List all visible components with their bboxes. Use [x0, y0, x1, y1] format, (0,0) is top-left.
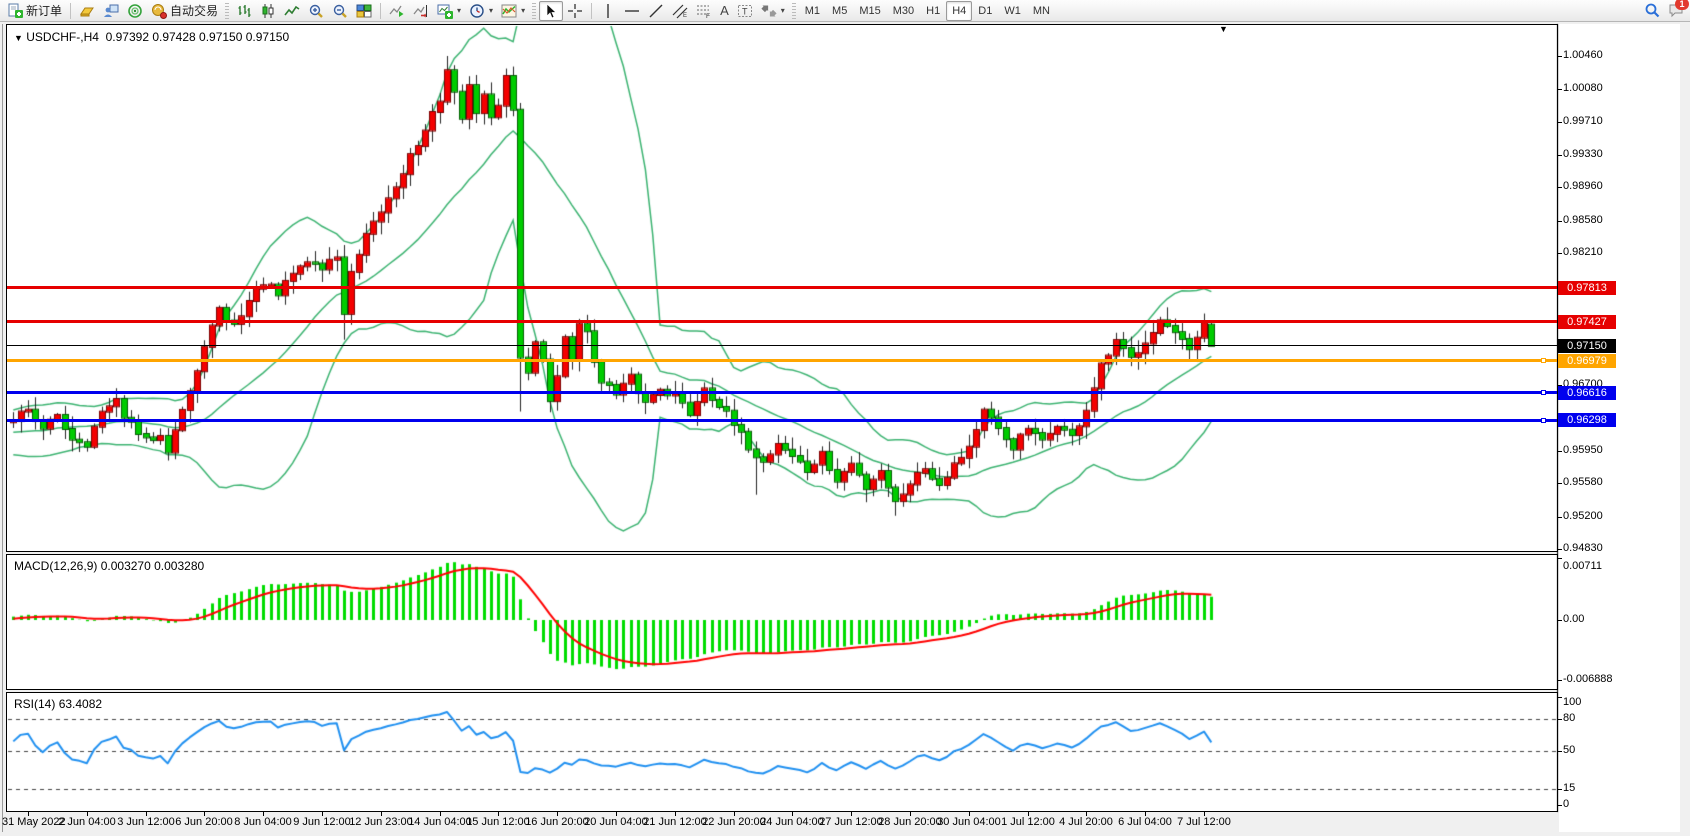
- price-tick-mark: [1558, 89, 1562, 90]
- price-tick-mark: [1558, 483, 1562, 484]
- price-tick-label: 0.99710: [1563, 115, 1603, 127]
- rsi-tick-label: 100: [1563, 696, 1581, 708]
- rsi-tick-mark: [1558, 719, 1562, 720]
- macd-label: MACD(12,26,9): [14, 559, 97, 573]
- rsi-tick-mark: [1558, 805, 1562, 806]
- price-tick-label: 0.98210: [1563, 246, 1603, 258]
- time-axis-label: 14 Jun 04:00: [408, 816, 472, 828]
- time-axis-label: 4 Jul 20:00: [1059, 816, 1113, 828]
- rsi-tick-label: 80: [1563, 712, 1575, 724]
- macd-main-value: 0.003270: [101, 559, 151, 573]
- macd-tick-label: 0.00711: [1563, 560, 1602, 572]
- trading-terminal-window: 新订单 自动交易: [0, 0, 1690, 836]
- price-level-tag: 0.96298: [1558, 413, 1616, 427]
- line-endpoint-handle[interactable]: [1541, 390, 1546, 395]
- rsi-title: RSI(14) 63.4082: [14, 697, 102, 711]
- time-axis-label: 27 Jun 12:00: [819, 816, 883, 828]
- time-axis-label: 31 May 2022: [2, 816, 66, 828]
- time-axis-label: 30 Jun 04:00: [937, 816, 1001, 828]
- horizontal-level-line[interactable]: [7, 286, 1557, 289]
- time-axis-label: 12 Jun 23:00: [349, 816, 413, 828]
- rsi-tick-mark: [1558, 751, 1562, 752]
- macd-tick-mark: [1558, 558, 1562, 559]
- time-axis-label: 7 Jul 12:00: [1177, 816, 1231, 828]
- price-tick-mark: [1558, 221, 1562, 222]
- rsi-value: 63.4082: [59, 697, 102, 711]
- price-tick-label: 0.95580: [1563, 476, 1603, 488]
- rsi-tick-label: 50: [1563, 744, 1575, 756]
- line-endpoint-handle[interactable]: [1541, 418, 1546, 423]
- macd-signal-value: 0.003280: [154, 559, 204, 573]
- chart-title: ▼ USDCHF-,H4 0.97392 0.97428 0.97150 0.9…: [14, 30, 289, 44]
- price-tick-mark: [1558, 187, 1562, 188]
- price-tick-label: 0.98580: [1563, 214, 1603, 226]
- time-axis-label: 6 Jun 20:00: [175, 816, 233, 828]
- price-tick-label: 0.94830: [1563, 542, 1603, 554]
- time-axis-label: 6 Jul 04:00: [1118, 816, 1172, 828]
- horizontal-level-line[interactable]: [7, 391, 1557, 394]
- price-tick-label: 1.00460: [1563, 49, 1603, 61]
- rsi-tick-label: 15: [1563, 782, 1575, 794]
- price-tick-mark: [1558, 56, 1562, 57]
- macd-tick-label: -0.006888: [1563, 673, 1613, 685]
- chart-canvas[interactable]: [0, 0, 1690, 836]
- price-tick-mark: [1558, 253, 1562, 254]
- price-tick-mark: [1558, 549, 1562, 550]
- macd-tick-mark: [1558, 680, 1562, 681]
- time-axis-label: 3 Jun 12:00: [117, 816, 175, 828]
- time-axis-label: 21 Jun 12:00: [643, 816, 707, 828]
- rsi-tick-mark: [1558, 789, 1562, 790]
- rsi-tick-label: 0: [1563, 798, 1569, 810]
- horizontal-level-line[interactable]: [7, 359, 1557, 362]
- price-tick-mark: [1558, 122, 1562, 123]
- time-axis-label: 15 Jun 12:00: [466, 816, 530, 828]
- price-tick-mark: [1558, 451, 1562, 452]
- line-endpoint-handle[interactable]: [1541, 358, 1546, 363]
- horizontal-level-line[interactable]: [7, 320, 1557, 323]
- price-tick-mark: [1558, 155, 1562, 156]
- rsi-tick-mark: [1558, 697, 1562, 698]
- time-axis-label: 20 Jun 04:00: [584, 816, 648, 828]
- one-click-trading-toggle[interactable]: ▼: [14, 33, 23, 43]
- time-axis-label: 24 Jun 04:00: [760, 816, 824, 828]
- time-axis-label: 22 Jun 20:00: [702, 816, 766, 828]
- price-shift-marker[interactable]: ▼: [1219, 25, 1228, 34]
- price-tick-label: 0.98960: [1563, 180, 1603, 192]
- time-axis-label: 1 Jul 12:00: [1001, 816, 1055, 828]
- macd-tick-label: 0.00: [1563, 613, 1584, 625]
- time-axis-label: 8 Jun 04:00: [234, 816, 292, 828]
- time-axis-label: 28 Jun 20:00: [878, 816, 942, 828]
- price-tick-label: 0.95950: [1563, 444, 1603, 456]
- time-axis-label: 2 Jun 04:00: [58, 816, 116, 828]
- horizontal-level-line[interactable]: [7, 419, 1557, 422]
- price-level-tag: 0.96979: [1558, 354, 1616, 368]
- price-tick-label: 0.99330: [1563, 148, 1603, 160]
- price-tick-mark: [1558, 517, 1562, 518]
- macd-title: MACD(12,26,9) 0.003270 0.003280: [14, 559, 204, 573]
- price-level-tag: 0.97813: [1558, 281, 1616, 295]
- rsi-label: RSI(14): [14, 697, 55, 711]
- price-level-tag: 0.97150: [1558, 339, 1616, 353]
- chart-symbol-label: USDCHF-,H4: [26, 30, 99, 44]
- price-tick-label: 1.00080: [1563, 82, 1603, 94]
- time-axis-label: 16 Jun 20:00: [525, 816, 589, 828]
- time-axis-label: 9 Jun 12:00: [293, 816, 351, 828]
- price-level-tag: 0.97427: [1558, 315, 1616, 329]
- horizontal-level-line[interactable]: [7, 345, 1557, 346]
- macd-tick-mark: [1558, 620, 1562, 621]
- price-level-tag: 0.96616: [1558, 386, 1616, 400]
- price-tick-label: 0.95200: [1563, 510, 1603, 522]
- chart-ohlc-values: 0.97392 0.97428 0.97150 0.97150: [106, 30, 290, 44]
